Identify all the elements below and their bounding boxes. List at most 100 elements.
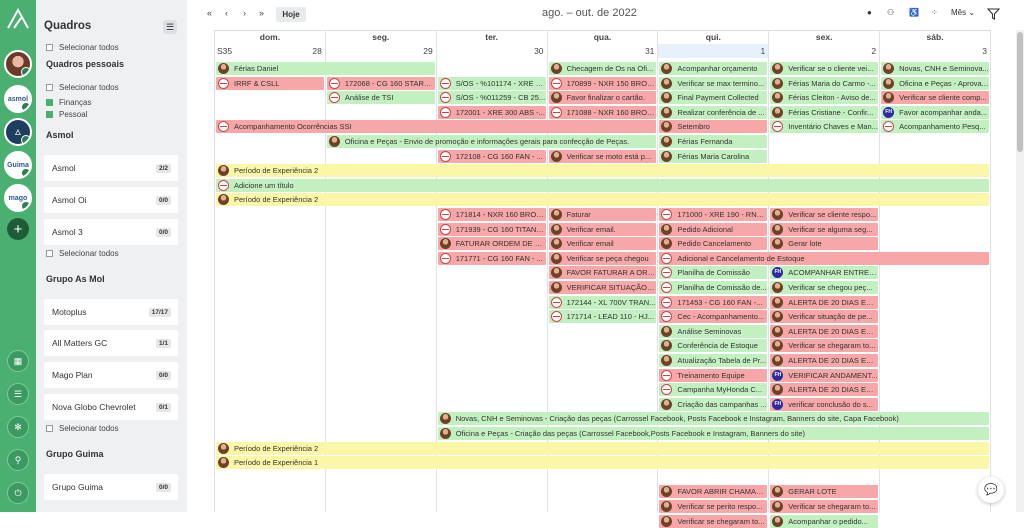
calendar-event[interactable]: Novas, CNH e Seminovas - Criação das peç… [437, 412, 989, 426]
calendar-event[interactable]: Conferência de Estoque [659, 339, 768, 353]
calendar-event[interactable]: Férias Daniel [216, 62, 435, 75]
gear-icon[interactable]: ✻ [7, 416, 29, 438]
calendar-event[interactable]: Planilha de Comissão [659, 266, 768, 280]
calendar-event[interactable]: Adicional e Cancelamento de Estoque [659, 251, 989, 265]
calendar-event[interactable]: Verificar se max termino... [659, 76, 768, 90]
calendar-event[interactable]: Oficina e Peças - Envio de promoção e in… [326, 135, 657, 148]
calendar-event[interactable]: Favor finalizar o cartão. [548, 91, 657, 105]
calendar-event[interactable]: FH Favor acompanhar anda... [881, 105, 989, 119]
checkbox[interactable] [46, 84, 53, 91]
calendar-event[interactable]: Gerar lote [770, 237, 879, 251]
chat-icon[interactable]: 💬 [978, 477, 1004, 503]
calendar-event[interactable]: Verificar se peça chegou [548, 251, 657, 265]
calendar-event[interactable]: Pedido Adicional [659, 222, 768, 236]
day-number[interactable]: 29 [326, 44, 437, 58]
users-icon[interactable]: ⚇ [887, 8, 894, 17]
calendar-event[interactable]: S/OS - %101174 - XRE 3... [437, 76, 546, 90]
calendar-event[interactable]: 171814 - NXR 160 BROS... [437, 208, 546, 221]
calendar-event[interactable]: Verificar se cliente respo... [770, 208, 879, 221]
calendar-event[interactable]: S/OS - %011259 - CB 25... [437, 91, 546, 105]
day-number[interactable]: 31 [548, 44, 659, 58]
list-icon[interactable]: ☰ [7, 383, 29, 405]
calendar-event[interactable]: Período de Experiência 2 [216, 164, 989, 178]
triangle-logo-icon[interactable] [5, 6, 31, 32]
calendar-event[interactable]: Acompanhar o pedido... [770, 514, 879, 528]
calendar-event[interactable]: Férias Maria do Carmo -... [770, 76, 879, 90]
calendar-event[interactable]: FH ACOMPANHAR ENTREG... [770, 266, 879, 280]
calendar-event[interactable]: Realizar conferência de ... [659, 105, 768, 119]
user-avatar-icon[interactable] [4, 50, 32, 78]
asmol-triangle-logo[interactable]: △ [4, 118, 32, 146]
day-number[interactable]: 2 [769, 44, 880, 58]
calendar-event[interactable]: IRRF & CSLL [216, 76, 324, 90]
calendar-event[interactable]: FATURAR ORDEM DE SE... [437, 237, 546, 251]
board-item[interactable]: All Matters GC 1/1 [44, 330, 178, 356]
calendar-event[interactable]: FH VERIFICAR ANDAMENT... [770, 368, 879, 382]
today-button[interactable]: Hoje [276, 7, 306, 22]
calendar-event[interactable]: Verificar se cliente comp... [881, 91, 989, 105]
calendar-event[interactable]: Período de Experiência 2 [216, 193, 989, 207]
calendar-event[interactable]: Verificar se alguma seg... [770, 222, 879, 236]
calendar-event[interactable]: ALERTA DE 20 DIAS EM ... [770, 295, 879, 309]
search-icon[interactable]: ⚲ [7, 449, 29, 471]
day-number[interactable]: 28 [215, 44, 326, 58]
calendar-event[interactable]: Acompanhamento Ocorrências SSI [216, 120, 657, 134]
calendar-event[interactable]: Período de Experiência 1 [216, 456, 989, 470]
calendar-event[interactable]: 171714 - LEAD 110 - HJ... [548, 310, 657, 324]
calendar-event[interactable]: Verificar se chegaram to... [770, 500, 879, 513]
day-number[interactable]: 1 [658, 44, 769, 58]
checkbox[interactable] [46, 44, 53, 51]
calendar-event[interactable]: Acompanhar orçamento [659, 62, 768, 75]
select-all-checkbox[interactable]: Selecionar todos [46, 43, 119, 52]
day-number[interactable]: 3 [880, 44, 991, 58]
calendar-event[interactable]: FAVOR ABRIR CHAMAD... [659, 485, 768, 499]
board-item[interactable]: Nova Globo Chevrolet 0/1 [44, 394, 178, 420]
calendar-event[interactable]: Análise Seminovas [659, 324, 768, 338]
board-item[interactable]: Asmol Oi 0/0 [44, 187, 178, 213]
calendar-event[interactable]: Verificar se perito respo... [659, 500, 768, 513]
calendar-event[interactable]: Pedido Cancelamento [659, 237, 768, 251]
scrollbar-thumb[interactable] [1017, 32, 1023, 152]
dots-icon[interactable]: ⁘ [931, 8, 938, 17]
calendar-event[interactable]: Inventário Chaves e Man... [770, 120, 879, 134]
asmol-workspace-logo[interactable]: asmol [4, 85, 32, 113]
board-item[interactable]: Grupo Guima 0/0 [44, 474, 178, 500]
calendar-event[interactable]: Período de Experiência 2 [216, 441, 989, 455]
calendar-event[interactable]: 171939 - CG 160 TITAN -... [437, 222, 546, 236]
calendar-event[interactable]: 171000 - XRE 190 - RNJ-... [659, 208, 768, 221]
calendar-event[interactable]: ALERTA DE 20 DIAS EM ... [770, 354, 879, 367]
calendar-event[interactable]: Férias Cleiton - Aviso de... [770, 91, 879, 105]
last-page-button[interactable]: » [259, 8, 264, 18]
calendar-event[interactable]: Verificar se moto está p... [548, 149, 657, 163]
calendar-event[interactable]: ALERTA DE 20 DIAS EM ... [770, 383, 879, 397]
calendar-event[interactable]: Verificar se chegou peç... [770, 281, 879, 294]
logout-icon[interactable]: ⏻ [7, 482, 29, 504]
calendar-event[interactable]: Final Payment Collected [659, 91, 768, 105]
calendar-event[interactable]: Criação das campanhas ... [659, 397, 768, 411]
calendar-event[interactable]: Verificar se o cliente vei... [770, 62, 879, 75]
calendar-event[interactable]: Faturar [548, 208, 657, 221]
calendar-event[interactable]: Análise de TSI [326, 91, 435, 105]
calendar-event[interactable]: Verificar situação de pe... [770, 310, 879, 324]
calendar-event[interactable]: Novas, CNH e Seminova... [881, 62, 989, 75]
mago-workspace-logo[interactable]: mago [4, 184, 32, 212]
calendar-event[interactable]: 171453 - CG 160 FAN -... [659, 295, 768, 309]
calendar-event[interactable]: GERAR LOTE [770, 485, 879, 499]
calendar-event[interactable]: Verificar se chegaram to... [770, 339, 879, 353]
personal-board-pessoal[interactable]: Pessoal [46, 110, 87, 119]
board-item[interactable]: Asmol 3 0/0 [44, 219, 178, 245]
vertical-scrollbar[interactable] [1016, 30, 1024, 512]
calendar-event[interactable]: Atualização Tabela de Pr... [659, 354, 768, 367]
guima-workspace-logo[interactable]: Guima [4, 151, 32, 179]
sidebar-menu-icon[interactable]: ☰ [163, 20, 177, 34]
calendar-event[interactable]: 172108 - CG 160 FAN - ... [437, 149, 546, 163]
calendar-event[interactable]: Checagem de Os na Ofi... [548, 62, 657, 75]
calendar-event[interactable]: VERIFICAR SITUAÇÃO D... [548, 281, 657, 294]
calendar-event[interactable]: Setembro [659, 120, 768, 134]
calendar-event[interactable]: 170899 - NXR 150 BROS... [548, 76, 657, 90]
calendar-event[interactable]: 172068 - CG 160 START ... [326, 76, 435, 90]
checkbox[interactable] [46, 250, 53, 257]
calendar-event[interactable]: Acompanhamento Pesq... [881, 120, 989, 134]
add-workspace-button[interactable]: + [7, 218, 29, 240]
calendar-event[interactable]: Treinamento Equipe [659, 368, 768, 382]
